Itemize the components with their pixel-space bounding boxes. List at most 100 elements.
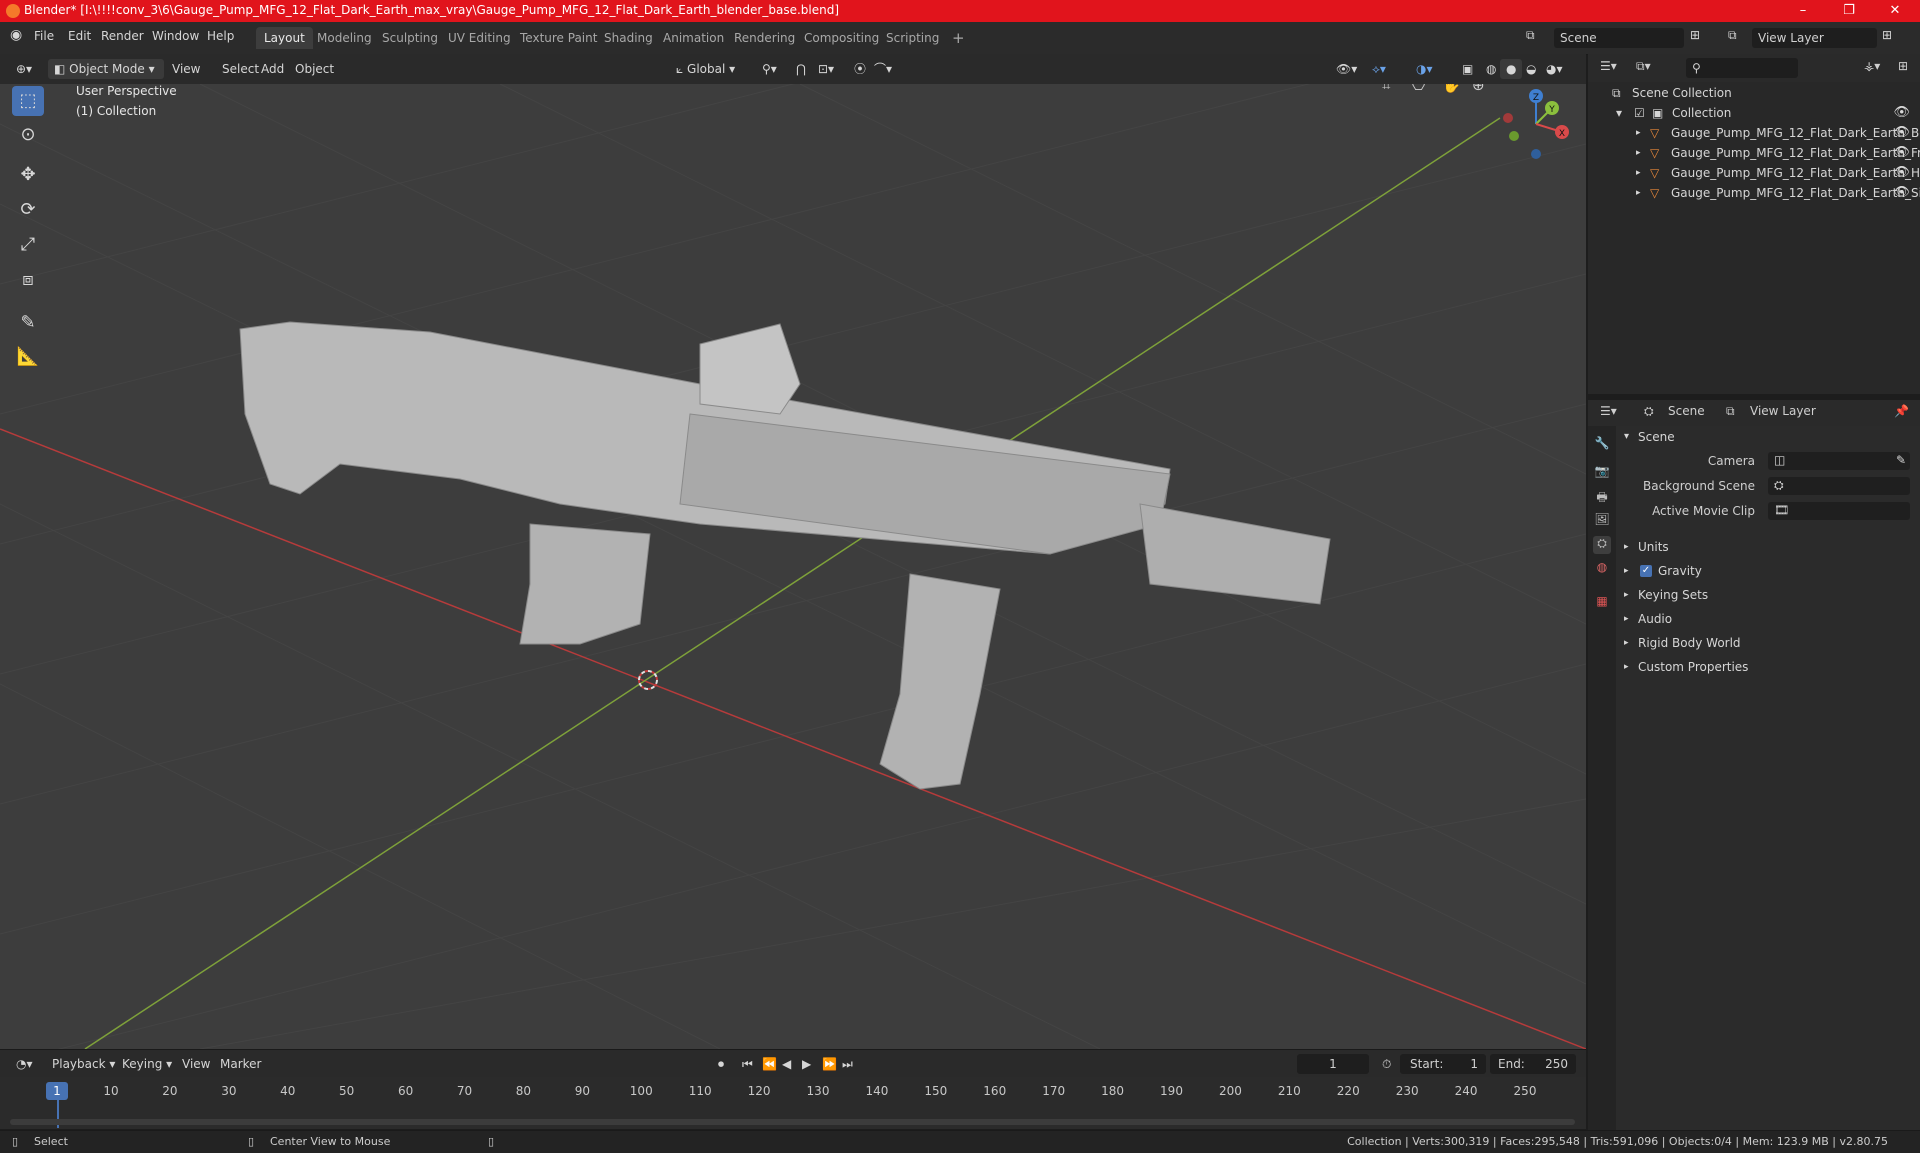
eyedropper-icon[interactable]: ✎: [1896, 449, 1906, 471]
scene-tab-icon[interactable]: ⛭: [1593, 536, 1611, 554]
camera-view-icon[interactable]: ⎔: [1412, 84, 1425, 94]
world-tab-icon[interactable]: ◍: [1593, 560, 1611, 578]
properties-scene-label[interactable]: Scene: [1668, 404, 1705, 418]
eye-icon[interactable]: 👁: [1893, 123, 1910, 143]
audio-panel[interactable]: ▸ Audio: [1616, 608, 1920, 630]
editor-type-icon[interactable]: ⊕▾: [10, 59, 38, 79]
minimize-button[interactable]: –: [1780, 0, 1826, 22]
timeline-scrollbar[interactable]: [10, 1119, 1575, 1125]
menu-file[interactable]: File: [34, 29, 54, 43]
transform-orientation-dropdown[interactable]: ⟀ Global ▾: [670, 59, 741, 79]
new-scene-icon[interactable]: ⊞: [1690, 28, 1700, 42]
eye-icon[interactable]: 👁: [1893, 103, 1910, 123]
outliner-collection[interactable]: ▾ ☑ ▣ Collection 👁: [1588, 103, 1920, 123]
scene-selector-icon[interactable]: ⧉: [1526, 28, 1535, 43]
background-scene-field[interactable]: ⛭: [1768, 477, 1910, 495]
measure-tool[interactable]: 📐: [12, 342, 44, 372]
play-reverse-icon[interactable]: ◀: [776, 1054, 797, 1074]
maximize-button[interactable]: ❐: [1826, 0, 1872, 22]
filter-icon[interactable]: ⚶▾: [1864, 59, 1880, 73]
menu-window[interactable]: Window: [152, 29, 199, 43]
output-tab-icon[interactable]: 🖶: [1593, 488, 1611, 506]
camera-field[interactable]: ◫ ✎: [1768, 452, 1910, 470]
collection-checkbox[interactable]: ☑: [1634, 103, 1645, 123]
cursor-tool[interactable]: ⊙: [12, 120, 44, 150]
falloff-icon[interactable]: ⌒▾: [868, 59, 898, 79]
toggle-camera-icon[interactable]: ⌗: [1382, 84, 1390, 94]
expand-arrow-icon[interactable]: ▸: [1636, 123, 1641, 143]
select-box-tool[interactable]: ⬚: [12, 86, 44, 116]
gizmo-icon[interactable]: ⟡▾: [1366, 59, 1392, 79]
menu-render[interactable]: Render: [101, 29, 144, 43]
menu-add[interactable]: Add: [255, 59, 290, 79]
tab-uv-editing[interactable]: UV Editing: [440, 27, 519, 49]
view-layer-field[interactable]: View Layer: [1752, 28, 1877, 48]
view-layer-icon[interactable]: ⧉: [1728, 28, 1737, 43]
tab-scripting[interactable]: Scripting: [878, 27, 947, 49]
shotgun-model[interactable]: [239, 321, 1331, 790]
outliner-object-row[interactable]: ▸ ▽ Gauge_Pump_MFG_12_Flat_Dark_Earth_Bo…: [1588, 123, 1920, 143]
gravity-panel[interactable]: ▸ ✓ Gravity: [1616, 560, 1920, 582]
object-mode-dropdown[interactable]: ◧ Object Mode ▾: [48, 59, 164, 79]
add-workspace-button[interactable]: +: [944, 27, 973, 49]
rigid-body-world-panel[interactable]: ▸ Rigid Body World: [1616, 632, 1920, 654]
tab-rendering[interactable]: Rendering: [726, 27, 803, 49]
tab-shading[interactable]: Shading: [596, 27, 661, 49]
axis-gizmo[interactable]: Z Y X: [1496, 84, 1576, 164]
pin-icon[interactable]: 📌: [1894, 404, 1909, 418]
outliner-object-row[interactable]: ▸ ▽ Gauge_Pump_MFG_12_Flat_Dark_Earth_Ha…: [1588, 163, 1920, 183]
play-icon[interactable]: ▶: [796, 1054, 817, 1074]
visibility-icon[interactable]: 👁▾: [1330, 59, 1363, 79]
tab-animation[interactable]: Animation: [655, 27, 732, 49]
record-button-icon[interactable]: ⏺: [712, 1054, 730, 1074]
current-frame-field[interactable]: 1: [1297, 1054, 1369, 1074]
tab-compositing[interactable]: Compositing: [796, 27, 887, 49]
rotate-tool[interactable]: ⟳: [12, 195, 44, 225]
new-collection-icon[interactable]: ⊞: [1898, 59, 1908, 73]
expand-arrow-icon[interactable]: ▸: [1636, 183, 1641, 203]
snap-target-icon[interactable]: ⊡▾: [812, 59, 840, 79]
frame-ruler[interactable]: 10 20 30 40 50 60 70 80 90 100 110 120 130 140 150 160 1…: [0, 1084, 1586, 1100]
scale-tool[interactable]: ⤢: [12, 230, 44, 260]
timeline-view-menu[interactable]: View: [176, 1054, 216, 1074]
rendered-shading-icon[interactable]: ◕▾: [1540, 59, 1569, 79]
active-movie-clip-field[interactable]: 🎞: [1768, 502, 1910, 520]
xray-icon[interactable]: ▣: [1456, 59, 1479, 79]
zoom-icon[interactable]: ⊕: [1472, 84, 1485, 94]
expand-arrow-icon[interactable]: ▸: [1636, 143, 1641, 163]
preview-range-icon[interactable]: ⏱: [1376, 1054, 1397, 1074]
menu-edit[interactable]: Edit: [68, 29, 91, 43]
gravity-checkbox[interactable]: ✓: [1640, 565, 1652, 577]
move-tool[interactable]: ✥: [12, 160, 44, 190]
pan-hand-icon[interactable]: ✋: [1442, 84, 1461, 94]
outliner-search-input[interactable]: ⚲: [1686, 58, 1798, 78]
snap-icon[interactable]: ⋂: [790, 59, 812, 79]
texture-tab-icon[interactable]: ▦: [1593, 594, 1611, 612]
tab-layout[interactable]: Layout: [256, 27, 313, 49]
outliner-editor-icon[interactable]: ☰▾: [1600, 59, 1617, 73]
eye-icon[interactable]: 👁: [1893, 163, 1910, 183]
playhead-frame-indicator[interactable]: 1: [46, 1082, 68, 1100]
menu-object[interactable]: Object: [289, 59, 340, 79]
eye-icon[interactable]: 👁: [1893, 183, 1910, 203]
view-layer-tab-icon[interactable]: 🖼: [1593, 512, 1611, 530]
end-frame-field[interactable]: End: 250: [1490, 1054, 1576, 1074]
expand-arrow-icon[interactable]: ▾: [1616, 103, 1622, 123]
blender-menu-icon[interactable]: ◉: [10, 27, 22, 43]
timeline-editor-icon[interactable]: ◔▾: [10, 1054, 39, 1074]
pivot-point-icon[interactable]: ⚲▾: [756, 59, 783, 79]
properties-editor-icon[interactable]: ☰▾: [1600, 404, 1617, 418]
expand-arrow-icon[interactable]: ▸: [1636, 163, 1641, 183]
tab-texture-paint[interactable]: Texture Paint: [512, 27, 605, 49]
scene-section-header[interactable]: ▾ Scene: [1616, 426, 1920, 448]
outliner-scene-collection[interactable]: ⧉ Scene Collection: [1588, 83, 1920, 103]
units-panel[interactable]: ▸ Units: [1616, 536, 1920, 558]
timeline[interactable]: 10 20 30 40 50 60 70 80 90 100 110 120 130 140 150 160 1…: [0, 1077, 1586, 1129]
keying-menu[interactable]: Keying ▾: [116, 1054, 178, 1074]
menu-view[interactable]: View: [166, 59, 206, 79]
tool-tab-icon[interactable]: 🔧: [1593, 436, 1611, 454]
outliner-object-row[interactable]: ▸ ▽ Gauge_Pump_MFG_12_Flat_Dark_Earth_Fr…: [1588, 143, 1920, 163]
playback-menu[interactable]: Playback ▾: [46, 1054, 121, 1074]
properties-view-layer-label[interactable]: View Layer: [1750, 404, 1816, 418]
new-view-layer-icon[interactable]: ⊞: [1882, 28, 1892, 42]
